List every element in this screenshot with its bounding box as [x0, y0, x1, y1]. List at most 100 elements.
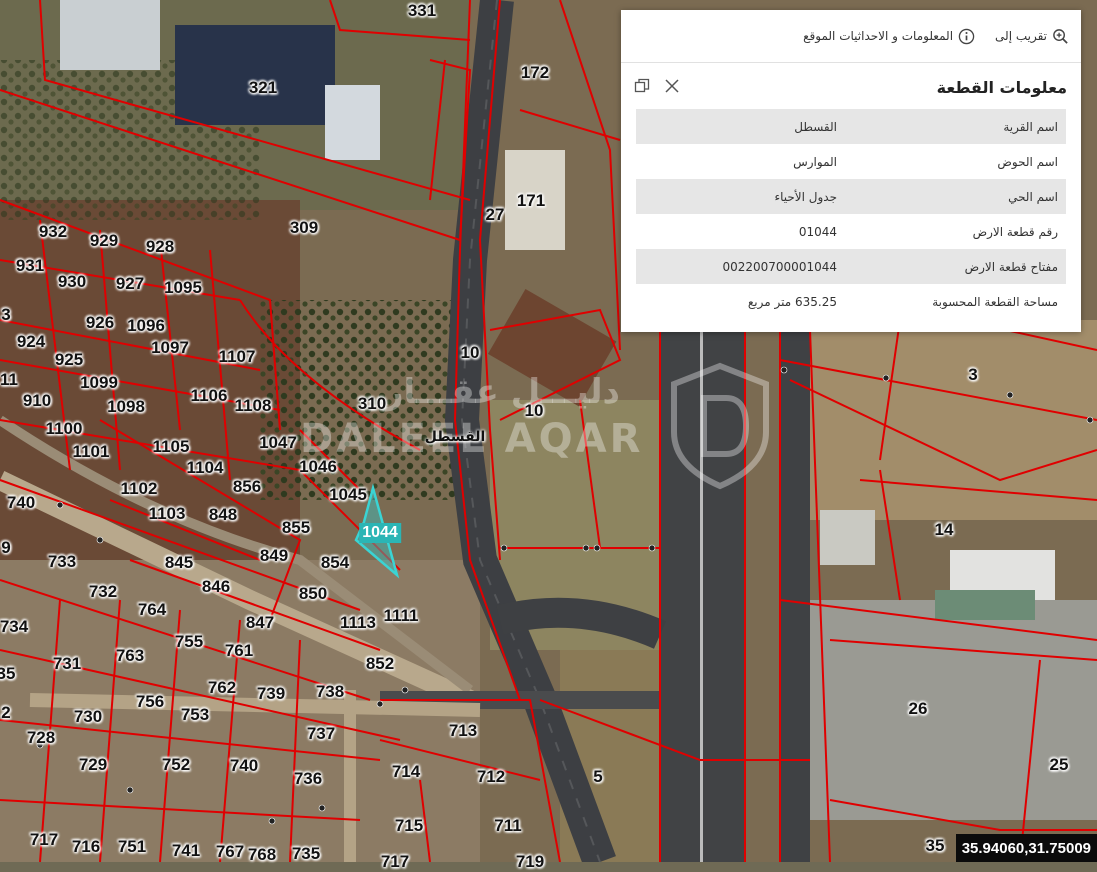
parcel-label[interactable]: 930 [58, 272, 86, 292]
parcel-label[interactable]: 931 [16, 256, 44, 276]
restore-icon[interactable] [633, 77, 651, 95]
parcel-label[interactable]: 1101 [73, 442, 110, 462]
parcel-label[interactable]: 847 [246, 613, 274, 633]
parcel-label[interactable]: 1111 [383, 606, 418, 626]
parcel-label[interactable]: 753 [181, 705, 209, 725]
parcel-label[interactable]: 9 [1, 538, 10, 558]
parcel-label[interactable]: 751 [118, 837, 146, 857]
location-info-button[interactable]: المعلومات و الاحداثيات الموقع [803, 28, 975, 45]
parcel-label[interactable]: 932 [39, 222, 67, 242]
parcel-label[interactable]: 1102 [121, 479, 158, 499]
parcel-label[interactable]: 715 [395, 816, 423, 836]
parcel-label[interactable]: 711 [494, 816, 521, 836]
parcel-label[interactable]: 1100 [46, 419, 83, 439]
parcel-label[interactable]: 172 [521, 63, 549, 83]
parcel-label[interactable]: 925 [55, 350, 83, 370]
parcel-label[interactable]: 1104 [187, 458, 224, 478]
parcel-label[interactable]: 11 [0, 370, 18, 390]
table-row: اسم الحي جدول الأحياء [636, 179, 1066, 214]
parcel-label[interactable]: 852 [366, 654, 394, 674]
parcel-label[interactable]: 735 [292, 844, 320, 864]
parcel-label[interactable]: 738 [316, 682, 344, 702]
parcel-label[interactable]: 5 [593, 767, 602, 787]
parcel-label[interactable]: 14 [935, 520, 954, 540]
parcel-label[interactable]: 1103 [149, 504, 186, 524]
parcel-label[interactable]: 752 [162, 755, 190, 775]
parcel-label[interactable]: 910 [23, 391, 51, 411]
parcel-label[interactable]: 712 [477, 767, 505, 787]
parcel-label[interactable]: 331 [408, 1, 436, 21]
parcel-label[interactable]: 927 [116, 274, 144, 294]
selected-parcel-label[interactable]: 1044 [359, 523, 401, 543]
parcel-label[interactable]: 856 [233, 477, 261, 497]
parcel-label[interactable]: 714 [392, 762, 420, 782]
parcel-label[interactable]: 929 [90, 231, 118, 251]
parcel-label[interactable]: 1107 [219, 347, 256, 367]
parcel-label[interactable]: 854 [321, 553, 349, 573]
parcel-label[interactable]: 761 [225, 641, 253, 661]
parcel-label[interactable]: 717 [381, 852, 409, 872]
parcel-label[interactable]: 729 [79, 755, 107, 775]
parcel-label[interactable]: 10 [461, 343, 480, 363]
parcel-label[interactable]: 731 [53, 654, 81, 674]
parcel-label[interactable]: 2 [1, 703, 10, 723]
parcel-label[interactable]: 728 [27, 728, 55, 748]
parcel-label[interactable]: 850 [299, 584, 327, 604]
parcel-label[interactable]: 1046 [299, 457, 337, 477]
parcel-label[interactable]: 926 [86, 313, 114, 333]
parcel-label[interactable]: 733 [48, 552, 76, 572]
parcel-label[interactable]: 730 [74, 707, 102, 727]
zoom-to-button[interactable]: تقريب إلى [995, 28, 1069, 45]
parcel-label[interactable]: 763 [116, 646, 144, 666]
parcel-label[interactable]: 849 [260, 546, 288, 566]
parcel-label[interactable]: 764 [138, 600, 166, 620]
parcel-label[interactable]: 716 [72, 837, 100, 857]
parcel-label[interactable]: 768 [248, 845, 276, 865]
parcel-label[interactable]: 1098 [107, 397, 145, 417]
parcel-label[interactable]: 740 [7, 493, 35, 513]
parcel-label[interactable]: 740 [230, 756, 258, 776]
parcel-label[interactable]: 924 [17, 332, 45, 352]
parcel-label[interactable]: 3 [968, 365, 977, 385]
parcel-label[interactable]: 26 [909, 699, 928, 719]
parcel-label[interactable]: 310 [358, 394, 386, 414]
parcel-label[interactable]: 928 [146, 237, 174, 257]
parcel-label[interactable]: 1097 [151, 338, 189, 358]
parcel-label[interactable]: 741 [172, 841, 200, 861]
parcel-label[interactable]: 1108 [235, 396, 272, 416]
parcel-label[interactable]: 736 [294, 769, 322, 789]
parcel-label[interactable]: 846 [202, 577, 230, 597]
parcel-label[interactable]: 1047 [259, 433, 297, 453]
parcel-label[interactable]: 734 [0, 617, 28, 637]
parcel-label[interactable]: 756 [136, 692, 164, 712]
parcel-label[interactable]: 35 [0, 664, 15, 684]
parcel-label[interactable]: 845 [165, 553, 193, 573]
parcel-label[interactable]: 755 [175, 632, 203, 652]
parcel-label[interactable]: 1045 [329, 485, 367, 505]
parcel-label[interactable]: 1099 [80, 373, 118, 393]
parcel-label[interactable]: 1113 [340, 613, 376, 633]
parcel-label[interactable]: 1105 [153, 437, 190, 457]
parcel-label[interactable]: 27 [486, 205, 505, 225]
parcel-label[interactable]: 25 [1050, 755, 1069, 775]
parcel-label[interactable]: 321 [249, 78, 277, 98]
parcel-label[interactable]: 767 [216, 842, 244, 862]
parcel-label[interactable]: 35 [926, 836, 945, 856]
parcel-label[interactable]: 737 [307, 724, 335, 744]
parcel-label[interactable]: 719 [516, 852, 544, 872]
parcel-label[interactable]: 1096 [127, 316, 165, 336]
parcel-label[interactable]: 309 [290, 218, 318, 238]
parcel-label[interactable]: 10 [525, 401, 544, 421]
parcel-label[interactable]: 1095 [164, 278, 202, 298]
close-icon[interactable] [663, 77, 681, 95]
parcel-label[interactable]: 171 [517, 191, 545, 211]
parcel-label[interactable]: 732 [89, 582, 117, 602]
parcel-label[interactable]: 713 [449, 721, 477, 741]
parcel-label[interactable]: 717 [30, 830, 58, 850]
parcel-label[interactable]: 1106 [191, 386, 228, 406]
parcel-label[interactable]: 739 [257, 684, 285, 704]
parcel-label[interactable]: 762 [208, 678, 236, 698]
parcel-label[interactable]: 3 [1, 305, 10, 325]
parcel-label[interactable]: 855 [282, 518, 310, 538]
parcel-label[interactable]: 848 [209, 505, 237, 525]
